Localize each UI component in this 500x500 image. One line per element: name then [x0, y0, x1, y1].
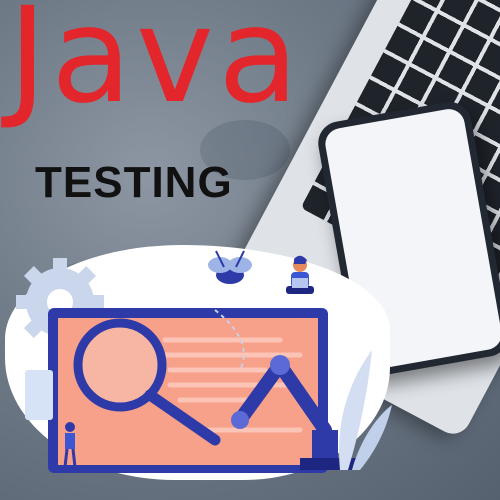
- bug-icon: [208, 250, 252, 284]
- testing-illustration: [16, 250, 392, 473]
- subheadline-testing: TESTING: [35, 158, 233, 207]
- banner-canvas: Java TESTING: [0, 0, 500, 500]
- person-with-laptop-icon: [286, 255, 314, 294]
- plant-icon: [339, 350, 392, 470]
- headline-java: Java: [8, 0, 303, 133]
